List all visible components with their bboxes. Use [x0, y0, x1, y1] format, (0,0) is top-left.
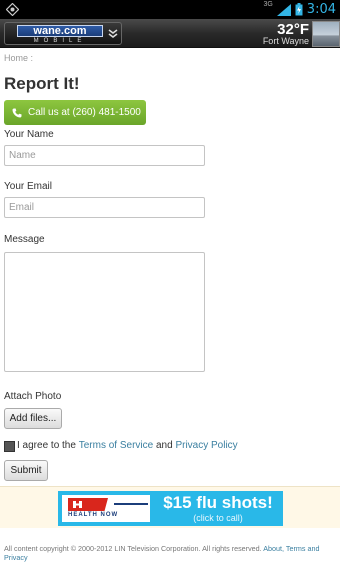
email-field[interactable] [4, 197, 205, 218]
hn-logo-icon [68, 498, 108, 511]
ad-subline: (click to call) [193, 513, 243, 523]
terms-agreement: I agree to the Terms of Service and Priv… [4, 438, 238, 452]
attach-photo-label: Attach Photo [4, 391, 62, 402]
clock: 3:04 [306, 2, 336, 17]
double-chevron-down-icon [108, 29, 118, 38]
footer: All content copyright © 2000-2012 LIN Te… [4, 544, 334, 562]
breadcrumb[interactable]: Home : [4, 53, 33, 63]
agree-checkbox[interactable] [4, 441, 15, 452]
message-textarea[interactable] [4, 252, 205, 372]
email-label: Your Email [4, 181, 52, 192]
status-bar: 3G 3:04 [0, 0, 340, 19]
battery-charging-icon [295, 3, 303, 16]
logo-divider [114, 503, 148, 505]
app-header: wane.com MOBILE 32°F Fort Wayne [0, 19, 340, 48]
about-link[interactable]: About, [263, 544, 284, 553]
logo-text: wane.com [17, 25, 103, 37]
phone-icon [12, 108, 22, 117]
location-icon [6, 3, 19, 16]
call-button[interactable]: Call us at (260) 481-1500 [4, 100, 146, 125]
message-label: Message [4, 234, 45, 245]
network-label: 3G [263, 1, 273, 8]
copyright-text: All content copyright © 2000-2012 LIN Te… [4, 544, 264, 553]
privacy-policy-link[interactable]: Privacy Policy [175, 440, 237, 451]
ad-logo-text: HEALTH NOW [68, 512, 119, 518]
health-now-logo: HEALTH NOW [62, 495, 150, 522]
flu-shot-ad-banner[interactable]: HEALTH NOW $15 flu shots! (click to call… [58, 491, 283, 526]
name-label: Your Name [4, 129, 54, 140]
site-logo-menu[interactable]: wane.com MOBILE [4, 22, 122, 45]
agree-prefix: I agree to the [17, 439, 79, 451]
ad-headline: $15 flu shots! [163, 493, 273, 512]
agree-and: and [153, 439, 176, 451]
weather-widget[interactable]: 32°F Fort Wayne [263, 19, 340, 48]
logo-subtitle: MOBILE [33, 38, 87, 44]
city-name: Fort Wayne [262, 35, 309, 46]
add-files-button[interactable]: Add files... [4, 408, 62, 429]
signal-icon [276, 3, 291, 16]
terms-of-service-link[interactable]: Terms of Service [79, 440, 153, 451]
name-field[interactable] [4, 145, 205, 166]
temperature: 32°F [277, 20, 309, 38]
page-title: Report It! [4, 74, 80, 93]
submit-button[interactable]: Submit [4, 460, 48, 481]
call-button-label: Call us at (260) 481-1500 [28, 107, 141, 118]
weather-condition-image [312, 20, 340, 47]
